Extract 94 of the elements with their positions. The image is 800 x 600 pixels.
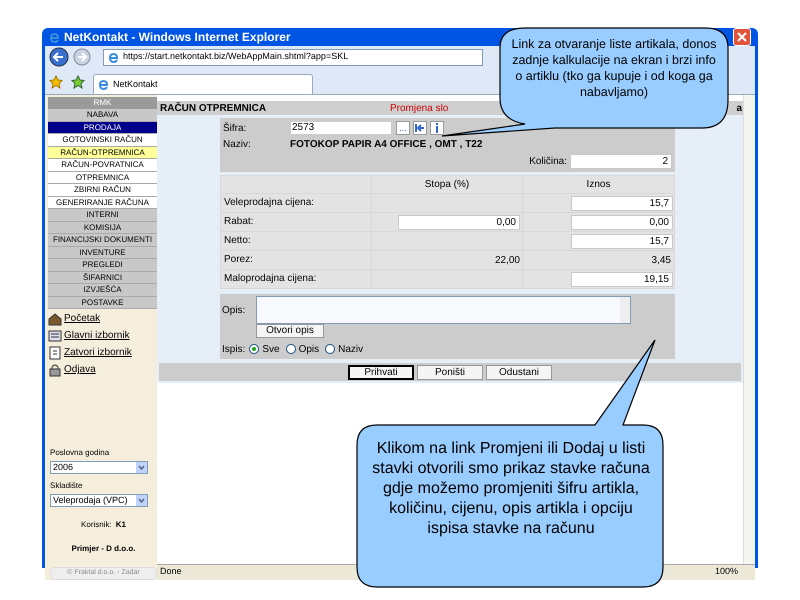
scrollbar[interactable]	[620, 297, 630, 323]
caret-icon	[136, 495, 147, 506]
open-description-button[interactable]: Otvori opis	[256, 324, 324, 338]
rate-value: 22,00	[494, 254, 520, 268]
address-text: https://start.netkontakt.biz/WebAppMain.shtml?app=SKL	[123, 50, 348, 64]
house-icon	[48, 312, 62, 326]
star-icon[interactable]	[49, 75, 63, 89]
menu-item[interactable]: NABAVA	[48, 109, 157, 122]
row-label: Veleprodajna cijena:	[221, 194, 371, 212]
menu-item[interactable]: INTERNI	[48, 209, 157, 222]
header-text: a	[736, 102, 742, 116]
menu-item[interactable]: KOMISIJA	[48, 222, 157, 234]
zoom-level[interactable]: 100%	[714, 565, 738, 579]
field-label: Naziv:	[223, 138, 252, 152]
callout-text: Klikom na link Promjeni ili Dodaj u listi stavki otvorili smo prikaz stavke računa gdje možemo promjeniti šifru artikla, količinu, cijenu, opis artikla i opciju ispisa stavke na računu	[371, 439, 651, 539]
radio-label: Opis	[298, 342, 320, 356]
padlock-icon	[48, 362, 62, 376]
page-scrollbar[interactable]	[743, 95, 755, 564]
menu-item[interactable]: OTPREMNICA	[48, 172, 157, 184]
row-label: Porez:	[221, 251, 371, 269]
menu-item[interactable]: IZVJEŠĆA	[48, 284, 157, 296]
nav-link[interactable]: Početak	[64, 311, 100, 326]
menu-item[interactable]: PRODAJA	[48, 122, 157, 134]
code-field[interactable]: 2573	[290, 121, 392, 135]
field-label: Količina:	[529, 154, 567, 168]
menu-item[interactable]: PREGLEDI	[48, 259, 157, 272]
browser-logo-icon	[49, 32, 60, 42]
close-icon	[737, 32, 747, 42]
list-icon	[48, 328, 62, 342]
info-icon	[435, 123, 439, 133]
quantity-field[interactable]: 2	[570, 154, 672, 168]
field-label: Opis:	[222, 304, 246, 318]
menu-item[interactable]: INVENTURE	[48, 246, 157, 259]
close-button[interactable]	[733, 28, 751, 46]
radio-label: Sve	[262, 342, 280, 356]
amount-field[interactable]: 15,7	[571, 234, 673, 248]
callout-text: Link za otvaranje liste artikala, donos zadnje kalkulacije na ekran i brzi info o artiklu (tko ga kupuje i od koga ga nabavljamo)	[510, 36, 718, 100]
action-button[interactable]: Prihvati	[348, 364, 414, 380]
menu-item[interactable]: GOTOVINSKI RAČUN	[48, 134, 157, 146]
column-header: Stopa (%)	[372, 176, 522, 193]
radio-button[interactable]	[325, 344, 336, 354]
description-field[interactable]	[256, 296, 631, 324]
add-favorite-icon[interactable]	[71, 75, 85, 89]
caret-icon	[136, 462, 147, 473]
browser-tab[interactable]: NetKontakt	[93, 74, 313, 94]
radio-button[interactable]	[249, 344, 260, 354]
status-text: Done	[160, 565, 182, 578]
browse-button[interactable]: ...	[396, 121, 410, 135]
menu-item[interactable]: GENERIRANJE RAČUNA	[48, 196, 157, 209]
menu-item[interactable]: RAČUN-OTPREMNICA	[48, 146, 157, 159]
amount-field[interactable]: 19,15	[571, 272, 673, 286]
menu-item[interactable]: ŠIFARNICI	[48, 272, 157, 284]
back-icon[interactable]	[49, 47, 69, 67]
column-header: Iznos	[523, 176, 674, 193]
amount-field[interactable]: 0,00	[571, 214, 673, 230]
field-label: Šifra:	[223, 121, 248, 136]
warehouse-dropdown[interactable]: Veleprodaja (VPC)	[50, 494, 148, 507]
status-text: Promjena slo	[390, 102, 448, 116]
menu-item[interactable]: ZBIRNI RAČUN	[48, 184, 157, 196]
window-title: NetKontakt - Windows Internet Explorer	[64, 29, 291, 46]
document-icon	[48, 346, 62, 360]
menu-heading: RMK	[48, 97, 157, 109]
menu-item[interactable]: FINANCIJSKI DOKUMENTI	[48, 234, 157, 246]
menu-item[interactable]: POSTAVKE	[48, 296, 157, 309]
field-label: Skladište	[50, 480, 84, 492]
user-label: Korisnik:	[81, 519, 112, 531]
info-button[interactable]	[430, 121, 444, 135]
page-icon	[108, 52, 119, 62]
rate-field[interactable]: 0,00	[398, 214, 520, 230]
action-button[interactable]: Poništi	[417, 364, 483, 380]
page-icon	[98, 79, 109, 90]
year-dropdown[interactable]: 2006	[50, 461, 148, 474]
nav-link[interactable]: Zatvori izbornik	[64, 345, 132, 360]
arrow-to-bar-icon	[415, 123, 425, 133]
row-label: Maloprodajna cijena:	[221, 270, 371, 288]
field-label: Ispis:	[222, 342, 246, 356]
row-label: Rabat:	[221, 213, 371, 231]
item-name: FOTOKOP PAPIR A4 OFFICE , OMT , T22	[290, 138, 482, 152]
amount-value: 3,45	[652, 254, 672, 268]
row-label: Netto:	[221, 232, 371, 250]
document-title: RAČUN OTPREMNICA	[160, 101, 268, 116]
forward-icon[interactable]	[73, 48, 91, 66]
nav-link[interactable]: Glavni izbornik	[64, 328, 130, 343]
radio-label: Naziv	[338, 342, 364, 356]
nav-link[interactable]: Odjava	[64, 362, 96, 377]
import-button[interactable]	[413, 121, 427, 135]
user-value: K1	[116, 519, 126, 531]
address-field[interactable]: https://start.netkontakt.biz/WebAppMain.shtml?app=SKL	[103, 48, 483, 66]
amount-field[interactable]: 15,7	[571, 196, 673, 210]
company-name: Primjer - D d.o.o.	[70, 543, 136, 555]
field-label: Poslovna godina	[50, 447, 110, 459]
radio-button[interactable]	[286, 344, 296, 354]
action-button[interactable]: Odustani	[486, 364, 552, 380]
menu-item[interactable]: RAČUN-POVRATNICA	[48, 159, 157, 172]
